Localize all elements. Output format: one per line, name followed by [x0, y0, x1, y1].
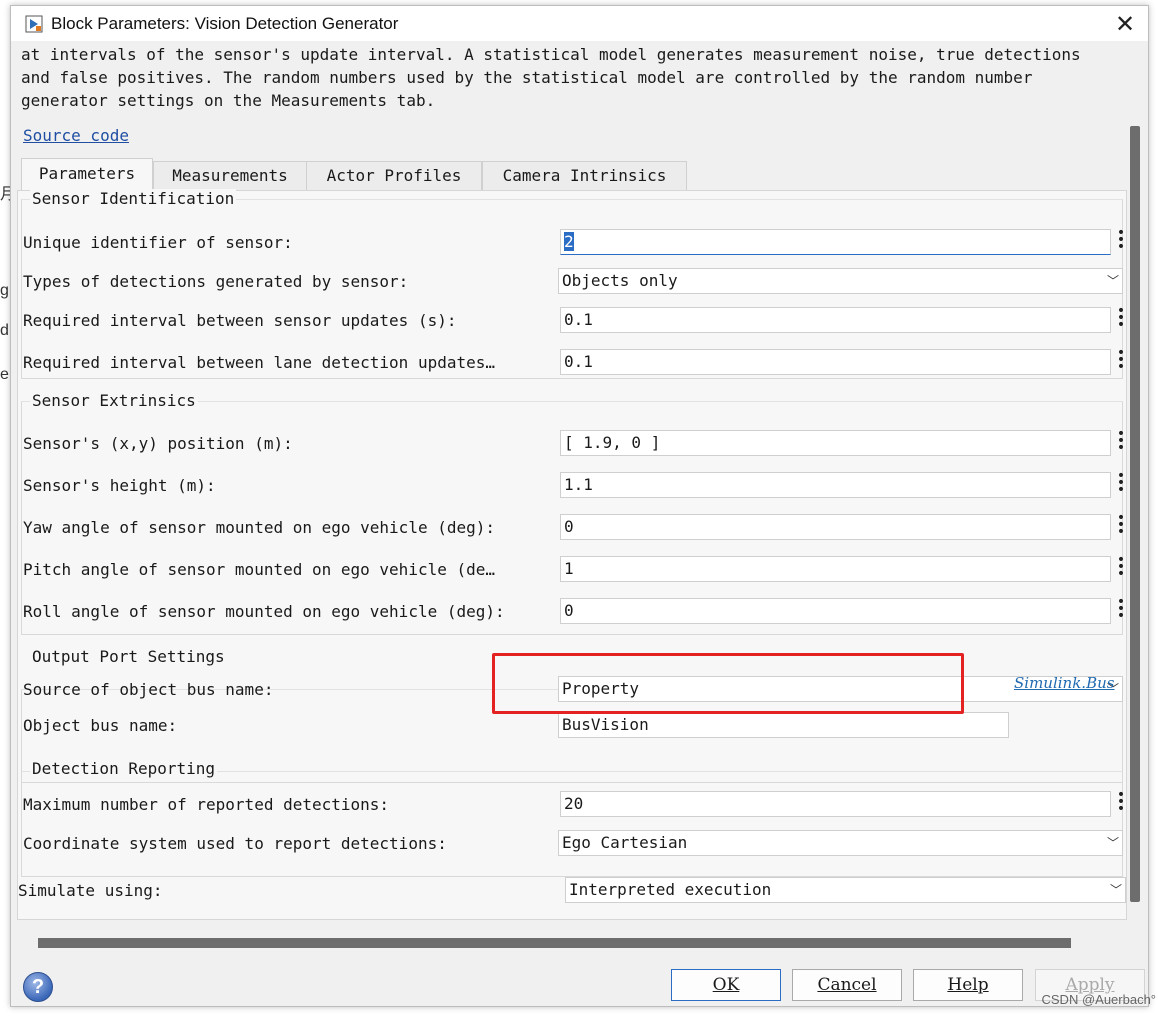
tab-measurements[interactable]: Measurements [153, 161, 307, 190]
pitch-label: Pitch angle of sensor mounted on ego veh… [23, 560, 496, 579]
update-interval-label: Required interval between sensor updates… [23, 311, 457, 330]
unique-id-label: Unique identifier of sensor: [23, 233, 293, 252]
group-title: Sensor Extrinsics [30, 391, 198, 410]
group-title: Sensor Identification [30, 189, 237, 208]
more-options-icon[interactable]: • • • [1116, 553, 1126, 582]
more-options-icon[interactable]: • • • [1116, 595, 1126, 624]
group-detection-reporting [21, 771, 1123, 877]
more-options-icon[interactable]: • • • [1116, 469, 1126, 498]
group-title: Detection Reporting [30, 759, 218, 778]
tab-actor-profiles[interactable]: Actor Profiles [306, 161, 482, 190]
simulink-bus-link[interactable]: Simulink.Bus [1014, 674, 1114, 692]
more-options-icon[interactable]: • • • [1116, 226, 1126, 255]
coordinate-system-label: Coordinate system used to report detecti… [23, 834, 447, 853]
horizontal-scrollbar[interactable] [38, 938, 1071, 948]
position-label: Sensor's (x,y) position (m): [23, 434, 293, 453]
simulate-using-label: Simulate using: [18, 881, 163, 900]
yaw-label: Yaw angle of sensor mounted on ego vehic… [23, 518, 496, 537]
bus-name-input[interactable]: BusVision [558, 712, 1009, 738]
help-button[interactable]: Help [913, 969, 1023, 1001]
source-code-link[interactable]: Source code [23, 126, 129, 145]
description-line: at intervals of the sensor's update inte… [21, 45, 1081, 64]
ok-button[interactable]: OK [671, 969, 781, 1001]
more-options-icon[interactable]: • • • [1116, 304, 1126, 333]
lane-interval-label: Required interval between lane detection… [23, 353, 496, 372]
more-options-icon[interactable]: • • • [1116, 346, 1126, 375]
background-fragment: e [0, 366, 9, 383]
help-icon[interactable]: ? [23, 972, 53, 1002]
detection-types-select[interactable]: Objects only ﹀ [558, 268, 1123, 294]
lane-interval-input[interactable]: 0.1 [560, 349, 1111, 375]
height-input[interactable]: 1.1 [560, 472, 1111, 498]
roll-input[interactable]: 0 [560, 598, 1111, 624]
cancel-button[interactable]: Cancel [792, 969, 902, 1001]
close-icon[interactable]: ✕ [1110, 9, 1140, 39]
chevron-down-icon: ﹀ [1106, 836, 1119, 850]
chevron-down-icon: ﹀ [1109, 883, 1122, 897]
block-parameters-dialog: Block Parameters: Vision Detection Gener… [10, 5, 1149, 1007]
tab-camera-intrinsics[interactable]: Camera Intrinsics [482, 161, 687, 190]
description-line: and false positives. The random numbers … [21, 68, 1033, 87]
more-options-icon[interactable]: • • • [1116, 788, 1126, 817]
dialog-content: at intervals of the sensor's update inte… [13, 41, 1131, 921]
yaw-input[interactable]: 0 [560, 514, 1111, 540]
window-title: Block Parameters: Vision Detection Gener… [51, 14, 399, 33]
watermark: CSDN @Auerbach° [1041, 992, 1157, 1007]
background-fragment: d [0, 322, 9, 339]
background-fragment: g [0, 282, 9, 299]
chevron-down-icon: ﹀ [1106, 274, 1119, 288]
simulate-using-select[interactable]: Interpreted execution ﹀ [565, 877, 1126, 903]
roll-label: Roll angle of sensor mounted on ego vehi… [23, 602, 505, 621]
coordinate-system-select[interactable]: Ego Cartesian ﹀ [558, 830, 1123, 856]
bus-source-label: Source of object bus name: [23, 680, 274, 699]
bus-name-label: Object bus name: [23, 716, 178, 735]
tab-parameters[interactable]: Parameters [21, 158, 153, 191]
pitch-input[interactable]: 1 [560, 556, 1111, 582]
detection-types-label: Types of detections generated by sensor: [23, 272, 409, 291]
position-input[interactable]: [ 1.9, 0 ] [560, 430, 1111, 456]
more-options-icon[interactable]: • • • [1116, 427, 1126, 456]
red-highlight-box [492, 653, 964, 714]
simulink-block-icon [25, 15, 43, 33]
max-detections-input[interactable]: 20 [560, 791, 1111, 817]
vertical-scrollbar[interactable] [1130, 126, 1140, 902]
update-interval-input[interactable]: 0.1 [560, 307, 1111, 333]
group-title: Output Port Settings [30, 647, 227, 666]
more-options-icon[interactable]: • • • [1116, 511, 1126, 540]
unique-id-input[interactable]: 2 [560, 229, 1111, 255]
description-line: generator settings on the Measurements t… [21, 91, 436, 110]
title-bar[interactable]: Block Parameters: Vision Detection Gener… [11, 6, 1148, 41]
parameters-panel: Sensor Identification Unique identifier … [17, 189, 1127, 920]
height-label: Sensor's height (m): [23, 476, 216, 495]
max-detections-label: Maximum number of reported detections: [23, 795, 390, 814]
